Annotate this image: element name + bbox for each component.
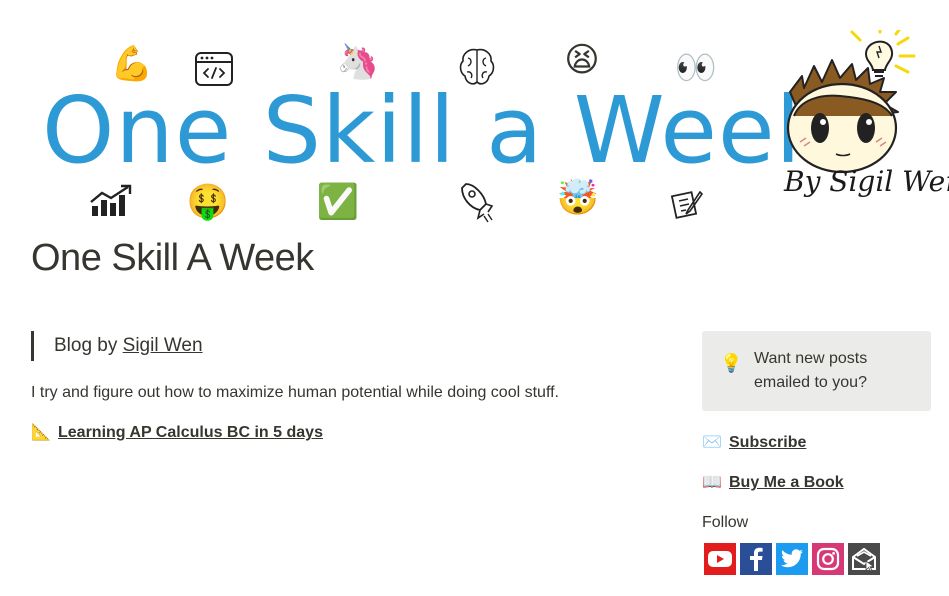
post-link-calculus[interactable]: Learning AP Calculus BC in 5 days <box>58 424 323 441</box>
instagram-icon[interactable] <box>812 543 844 575</box>
cover-banner: 💪 🦄 😫 👀 One Skill a Week 🤑 ✅ 🤯 By Sigil … <box>0 0 949 232</box>
follow-label: Follow <box>702 514 749 531</box>
triangular-ruler-icon: 📐 <box>31 424 51 441</box>
callout-text: Want new posts emailed to you? <box>754 350 868 391</box>
twitter-icon[interactable] <box>776 543 808 575</box>
twitter-glyph <box>781 549 803 568</box>
post-list-item: 📐 Learning AP Calculus BC in 5 days <box>31 421 323 445</box>
facebook-glyph <box>750 547 763 571</box>
page-title: One Skill A Week <box>31 237 314 279</box>
banner-byline: By Sigil Wen <box>784 165 949 198</box>
blog-byline-quote: Blog by Sigil Wen <box>31 331 203 361</box>
subscribe-link[interactable]: Subscribe <box>729 434 806 451</box>
mail-glyph <box>852 547 876 571</box>
light-bulb-icon: 💡 <box>720 353 743 373</box>
memo-icon <box>670 190 704 219</box>
social-links <box>704 543 880 575</box>
exploding-head-icon: 🤯 <box>556 178 600 218</box>
subscribe-row: ✉️ Subscribe <box>702 431 806 455</box>
chart-increasing-icon <box>90 184 132 216</box>
banner-title: One Skill a Week <box>42 77 830 184</box>
buy-book-link[interactable]: Buy Me a Book <box>729 474 844 491</box>
envelope-icon: ✉️ <box>702 434 722 451</box>
intro-text: I try and figure out how to maximize hum… <box>31 384 559 401</box>
check-mark-button-icon: ✅ <box>316 182 360 222</box>
instagram-glyph <box>816 547 840 571</box>
subscribe-callout: 💡 Want new posts emailed to you? <box>702 331 931 411</box>
page: 💪 🦄 😫 👀 One Skill a Week 🤑 ✅ 🤯 By Sigil … <box>0 0 949 596</box>
youtube-glyph <box>708 551 732 567</box>
buy-book-row: 📖 Buy Me a Book <box>702 471 844 495</box>
rocket-icon <box>461 183 494 223</box>
open-book-icon: 📖 <box>702 474 722 491</box>
youtube-icon[interactable] <box>704 543 736 575</box>
cartoon-avatar <box>786 30 916 174</box>
author-link[interactable]: Sigil Wen <box>123 335 203 356</box>
facebook-icon[interactable] <box>740 543 772 575</box>
quote-prefix: Blog by <box>54 335 123 356</box>
money-mouth-face-icon: 🤑 <box>186 182 230 222</box>
mail-icon[interactable] <box>848 543 880 575</box>
